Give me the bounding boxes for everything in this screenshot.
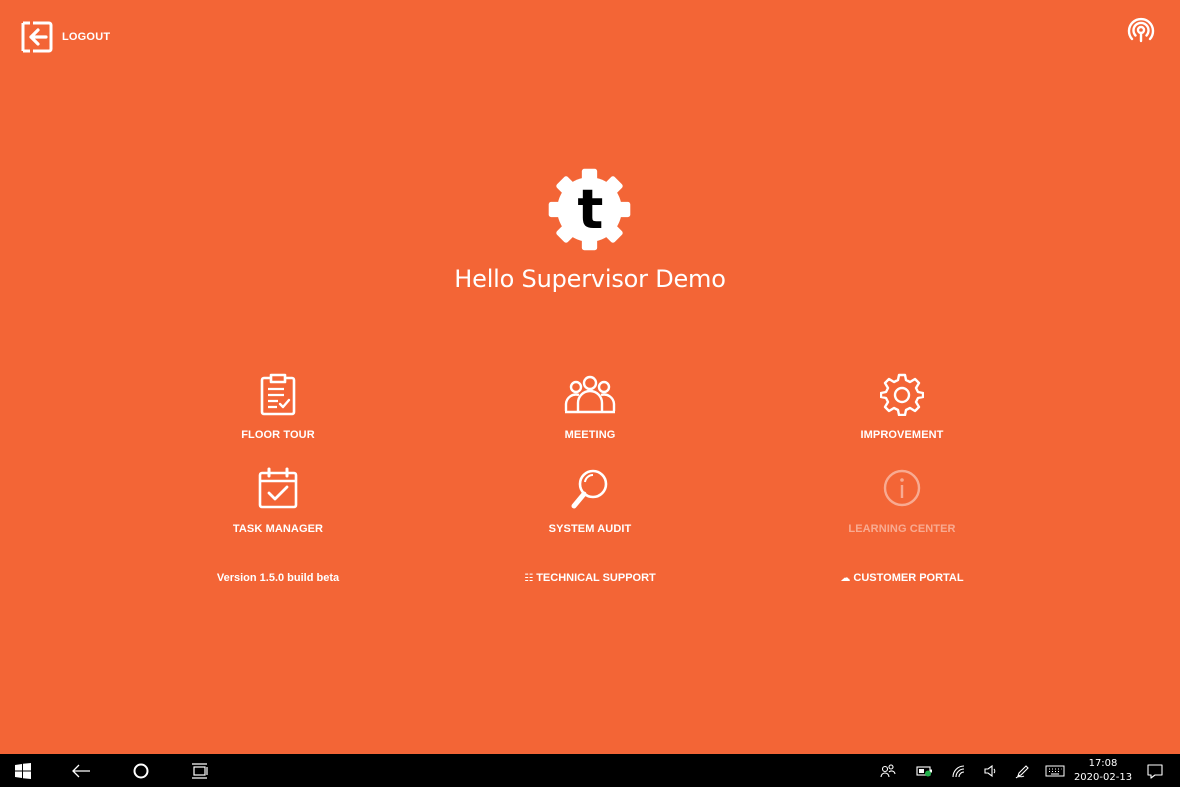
- cortana-button[interactable]: [118, 754, 164, 787]
- system-audit-button[interactable]: SYSTEM AUDIT: [480, 466, 700, 552]
- task-manager-button[interactable]: TASK MANAGER: [168, 466, 388, 552]
- clipboard-checklist-icon: [260, 373, 296, 416]
- people-button[interactable]: [876, 754, 900, 787]
- logout-label: LOGOUT: [62, 31, 111, 43]
- pen-icon: [1015, 764, 1029, 778]
- taskbar: 17:08 2020-02-13: [0, 754, 1180, 787]
- meeting-label: MEETING: [564, 429, 616, 441]
- notification-icon: [1147, 763, 1163, 779]
- back-arrow-icon: [72, 764, 90, 777]
- app-screen: LOGOUT t Hello Supervisor Demo FLOOR TOU…: [0, 0, 1180, 754]
- network-button[interactable]: [947, 754, 971, 787]
- customer-portal-link[interactable]: ☁ CUSTOMER PORTAL: [772, 572, 1032, 584]
- technical-support-link[interactable]: ☷ TECHNICAL SUPPORT: [460, 572, 720, 584]
- calendar-check-icon: [258, 467, 298, 509]
- meeting-button[interactable]: MEETING: [480, 372, 700, 458]
- people-group-icon: [564, 375, 616, 414]
- clock[interactable]: 17:08 2020-02-13: [1072, 757, 1134, 785]
- people-icon: [880, 763, 896, 777]
- battery-button[interactable]: [912, 754, 938, 787]
- task-view-button[interactable]: [177, 754, 223, 787]
- improvement-button[interactable]: IMPROVEMENT: [792, 372, 1012, 458]
- logout-arrow-icon: [21, 21, 53, 53]
- floor-tour-label: FLOOR TOUR: [241, 429, 315, 441]
- cloud-icon: ☁: [840, 573, 851, 584]
- keyboard-icon: [1045, 765, 1065, 776]
- broadcast-icon[interactable]: [1127, 17, 1155, 45]
- greeting-heading: Hello Supervisor Demo: [454, 265, 726, 293]
- improvement-label: IMPROVEMENT: [860, 429, 944, 441]
- gear-logo-icon: t: [548, 168, 631, 251]
- logo-letter: t: [577, 178, 603, 241]
- info-icon: [883, 469, 921, 507]
- touch-keyboard-button[interactable]: [1042, 754, 1068, 787]
- learning-center-button: LEARNING CENTER: [792, 466, 1012, 552]
- action-center-button[interactable]: [1142, 754, 1168, 787]
- clock-time: 17:08: [1088, 758, 1118, 769]
- clock-date: 2020-02-13: [1073, 772, 1133, 783]
- task-view-icon: [192, 762, 208, 779]
- system-audit-label: SYSTEM AUDIT: [548, 523, 632, 535]
- windows-logo-icon: [15, 762, 31, 779]
- task-manager-label: TASK MANAGER: [232, 523, 324, 535]
- speaker-icon: [984, 764, 996, 777]
- start-button[interactable]: [0, 754, 46, 787]
- wifi-icon: [952, 764, 965, 777]
- technical-support-label: TECHNICAL SUPPORT: [536, 572, 656, 584]
- back-button[interactable]: [58, 754, 104, 787]
- gear-icon: [880, 373, 924, 416]
- version-text: Version 1.5.0 build beta: [216, 572, 340, 584]
- volume-button[interactable]: [979, 754, 1003, 787]
- learning-center-label: LEARNING CENTER: [848, 523, 956, 535]
- logout-button[interactable]: LOGOUT: [20, 20, 110, 54]
- battery-icon: [916, 765, 932, 776]
- cortana-circle-icon: [133, 763, 149, 778]
- sliders-icon: ☷: [524, 573, 534, 584]
- pen-workspace-button[interactable]: [1011, 754, 1035, 787]
- customer-portal-label: CUSTOMER PORTAL: [853, 572, 964, 584]
- magnifier-icon: [571, 469, 608, 509]
- floor-tour-button[interactable]: FLOOR TOUR: [168, 372, 388, 458]
